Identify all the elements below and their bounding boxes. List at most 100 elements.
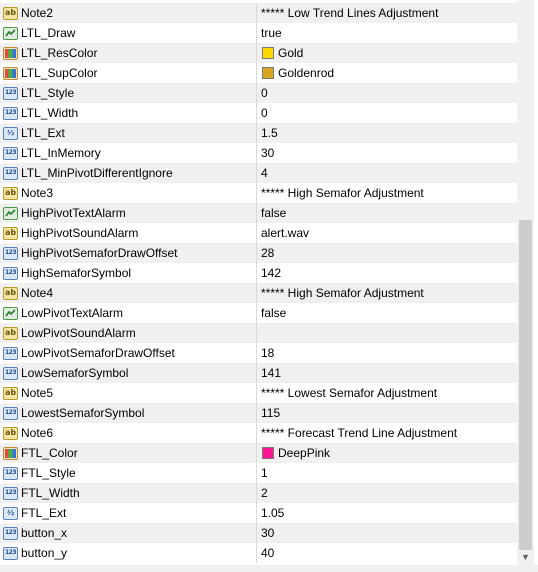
parameter-value-cell[interactable]: ***** High Semafor Adjustment	[258, 183, 517, 203]
vertical-scrollbar[interactable]: ▼	[517, 0, 534, 565]
parameter-value[interactable]: alert.wav	[261, 226, 309, 240]
parameter-value-cell[interactable]: 40	[258, 543, 517, 563]
parameter-value-cell[interactable]: 2	[258, 483, 517, 503]
parameter-row[interactable]: 123 LTL_MinPivotDifferentIgnore 4	[0, 163, 517, 183]
parameter-row[interactable]: 123 LTL_InMemory 30	[0, 143, 517, 163]
parameter-row[interactable]: ab HighPivotSoundAlarm alert.wav	[0, 223, 517, 243]
parameter-row[interactable]: LTL_ResColor Gold	[0, 43, 517, 63]
parameter-name-cell: ab HighPivotSoundAlarm	[0, 223, 257, 243]
scrollbar-thumb[interactable]	[519, 220, 532, 550]
parameter-name-cell: 123 button_x	[0, 523, 257, 543]
parameter-value-cell[interactable]: 4	[258, 163, 517, 183]
parameter-value[interactable]: ***** High Semafor Adjustment	[261, 286, 424, 300]
parameter-value-cell[interactable]: ***** Low Trend Lines Adjustment	[258, 3, 517, 23]
scroll-down-arrow-icon[interactable]: ▼	[517, 549, 534, 565]
parameter-value[interactable]: 30	[261, 146, 274, 160]
parameter-value-cell[interactable]: ***** Lowest Semafor Adjustment	[258, 383, 517, 403]
parameter-value[interactable]: false	[261, 206, 286, 220]
parameter-row[interactable]: ab Note6 ***** Forecast Trend Line Adjustm…	[0, 423, 517, 443]
parameter-value[interactable]: 4	[261, 166, 268, 180]
parameter-value-cell[interactable]: Goldenrod	[258, 63, 517, 83]
parameter-value[interactable]: 40	[261, 546, 274, 560]
color-swatch[interactable]	[262, 447, 274, 459]
parameter-row[interactable]: HighPivotTextAlarm false	[0, 203, 517, 223]
parameter-row[interactable]: 123 HighSemaforSymbol 142	[0, 263, 517, 283]
parameter-row[interactable]: LTL_Draw true	[0, 23, 517, 43]
parameter-row[interactable]: ab LowPivotSoundAlarm	[0, 323, 517, 343]
parameter-value-cell[interactable]: 1	[258, 463, 517, 483]
color-swatch[interactable]	[262, 67, 274, 79]
parameter-value[interactable]: true	[261, 26, 282, 40]
parameter-row[interactable]: ab Note2 ***** Low Trend Lines Adjustment	[0, 3, 517, 23]
parameter-row[interactable]: LTL_SupColor Goldenrod	[0, 63, 517, 83]
parameter-value[interactable]: 0	[261, 86, 268, 100]
parameter-value[interactable]: ***** High Semafor Adjustment	[261, 186, 424, 200]
parameter-value[interactable]: ***** Low Trend Lines Adjustment	[261, 6, 438, 20]
parameter-value-cell[interactable]: 1.5	[258, 123, 517, 143]
parameter-value[interactable]: false	[261, 306, 286, 320]
parameter-row[interactable]: 123 LTL_Width 0	[0, 103, 517, 123]
parameter-value[interactable]: ***** Lowest Semafor Adjustment	[261, 386, 437, 400]
parameter-value-cell[interactable]: 30	[258, 523, 517, 543]
parameter-value[interactable]: 28	[261, 246, 274, 260]
parameter-value-cell[interactable]: 142	[258, 263, 517, 283]
parameter-row[interactable]: ½ LTL_Ext 1.5	[0, 123, 517, 143]
parameter-value-cell[interactable]: false	[258, 203, 517, 223]
parameter-row[interactable]: LowPivotTextAlarm false	[0, 303, 517, 323]
parameter-value[interactable]: 1.5	[261, 126, 278, 140]
integer-type-icon: 123	[3, 486, 18, 500]
parameter-row[interactable]: 123 button_y 40	[0, 543, 517, 563]
parameter-row[interactable]: 123 LowestSemaforSymbol 115	[0, 403, 517, 423]
parameter-value[interactable]: 142	[261, 266, 281, 280]
parameter-row[interactable]: 123 LowSemaforSymbol 141	[0, 363, 517, 383]
parameter-name: LowPivotTextAlarm	[21, 306, 124, 320]
parameter-row[interactable]: 123 FTL_Width 2	[0, 483, 517, 503]
parameter-value[interactable]: 1.05	[261, 506, 284, 520]
parameter-value-cell[interactable]: 0	[258, 103, 517, 123]
parameter-value[interactable]: 1	[261, 466, 268, 480]
parameter-value-cell[interactable]: Gold	[258, 43, 517, 63]
parameter-value[interactable]: 2	[261, 486, 268, 500]
parameter-value-cell[interactable]: false	[258, 303, 517, 323]
string-type-icon: ab	[3, 426, 18, 440]
parameter-row[interactable]: 123 LTL_Style 0	[0, 83, 517, 103]
parameter-row[interactable]: 123 HighPivotSemaforDrawOffset 28	[0, 243, 517, 263]
parameter-value-cell[interactable]: true	[258, 23, 517, 43]
parameter-value[interactable]: Gold	[278, 46, 303, 60]
parameter-value-cell[interactable]: 18	[258, 343, 517, 363]
parameter-value-cell[interactable]: ***** Forecast Trend Line Adjustment	[258, 423, 517, 443]
parameter-row[interactable]: 123 button_x 30	[0, 523, 517, 543]
parameter-value[interactable]: 115	[261, 406, 280, 420]
parameter-row[interactable]: ab Note3 ***** High Semafor Adjustment	[0, 183, 517, 203]
parameter-value[interactable]: 0	[261, 106, 268, 120]
parameter-row[interactable]: ½ FTL_Ext 1.05	[0, 503, 517, 523]
parameter-name: FTL_Color	[21, 446, 78, 460]
parameter-value[interactable]: DeepPink	[278, 446, 330, 460]
parameter-value-cell[interactable]	[258, 323, 517, 343]
parameter-value[interactable]: 141	[261, 366, 281, 380]
parameter-value-cell[interactable]: DeepPink	[258, 443, 517, 463]
parameter-row[interactable]: FTL_Color DeepPink	[0, 443, 517, 463]
parameter-name: FTL_Ext	[21, 506, 67, 520]
integer-type-icon: 123	[3, 346, 18, 360]
parameter-value-cell[interactable]: alert.wav	[258, 223, 517, 243]
parameter-value[interactable]: ***** Forecast Trend Line Adjustment	[261, 426, 457, 440]
parameter-row[interactable]: 123 LowPivotSemaforDrawOffset 18	[0, 343, 517, 363]
parameter-name: HighSemaforSymbol	[21, 266, 132, 280]
parameter-row[interactable]: ab Note4 ***** High Semafor Adjustment	[0, 283, 517, 303]
parameter-value-cell[interactable]: ***** High Semafor Adjustment	[258, 283, 517, 303]
parameter-name-cell: ab Note4	[0, 283, 257, 303]
parameter-value-cell[interactable]: 0	[258, 83, 517, 103]
parameter-value[interactable]: 18	[261, 346, 274, 360]
parameter-row[interactable]: 123 FTL_Style 1	[0, 463, 517, 483]
parameter-value-cell[interactable]: 30	[258, 143, 517, 163]
parameter-name-cell: 123 HighPivotSemaforDrawOffset	[0, 243, 257, 263]
parameter-row[interactable]: ab Note5 ***** Lowest Semafor Adjustment	[0, 383, 517, 403]
parameter-value-cell[interactable]: 115	[258, 403, 517, 423]
color-swatch[interactable]	[262, 47, 274, 59]
parameter-value[interactable]: 30	[261, 526, 274, 540]
parameter-value-cell[interactable]: 141	[258, 363, 517, 383]
parameter-value-cell[interactable]: 28	[258, 243, 517, 263]
parameter-value[interactable]: Goldenrod	[278, 66, 334, 80]
parameter-value-cell[interactable]: 1.05	[258, 503, 517, 523]
